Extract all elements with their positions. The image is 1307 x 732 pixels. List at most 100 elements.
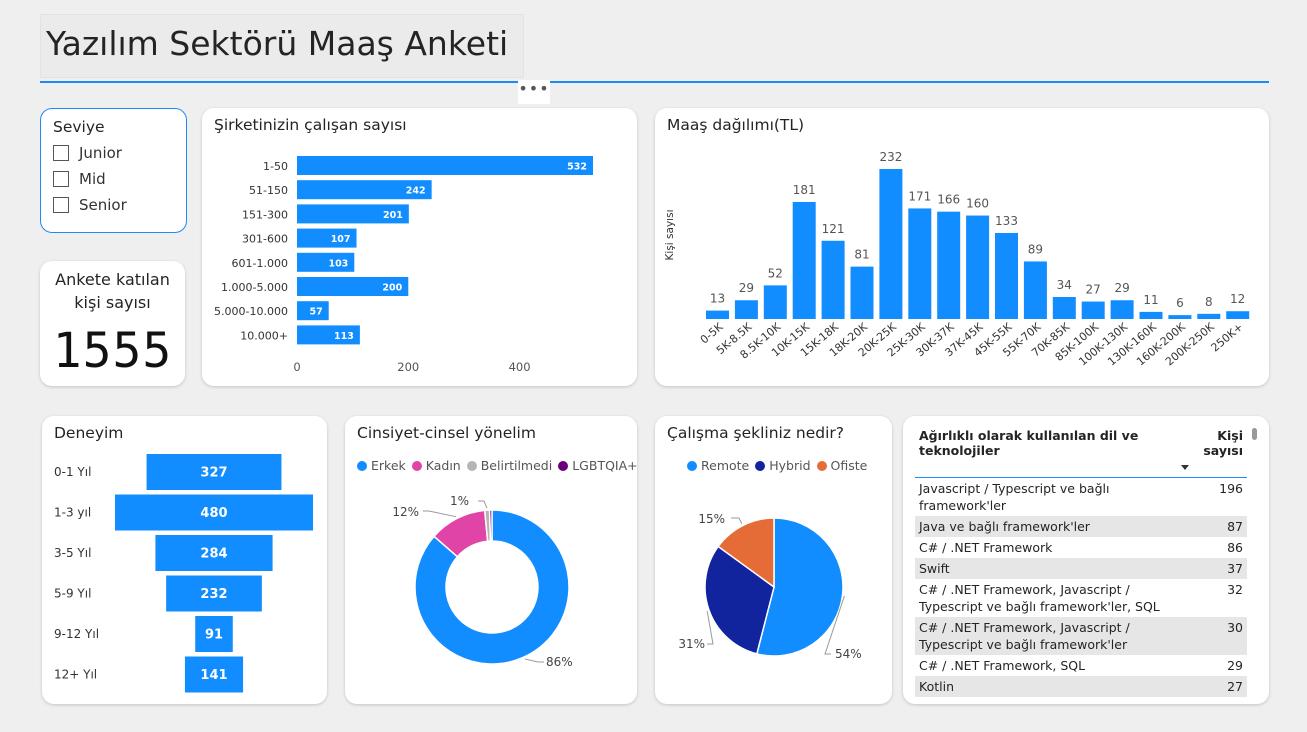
tech-cell: Kotlin: [915, 676, 1173, 697]
data-label: 141: [200, 668, 227, 683]
category-label: 3-5 Yıl: [54, 546, 91, 560]
data-label: 27: [1086, 283, 1101, 297]
checkbox[interactable]: [53, 197, 69, 213]
work-mode-card: Çalışma şekliniz nedir? Remote Hybrid Of…: [655, 416, 892, 704]
tech-cell: C# / .NET Framework: [919, 540, 1053, 555]
data-label: 171: [908, 189, 931, 203]
data-label: 113: [334, 331, 354, 342]
slicer-option-label: Senior: [79, 196, 127, 214]
data-label: 284: [200, 547, 227, 562]
salary-card: Maaş dağılımı(TL) Kişi sayısı 13 0-5K 29 5K-…: [655, 108, 1269, 386]
tech-cell: C# / .NET Framework, Javascript / Typesc…: [919, 582, 1160, 614]
tech-cell: Javascript / Typescript ve bağlı framewo…: [919, 481, 1110, 513]
gender-card: Cinsiyet-cinsel yönelim Erkek Kadın Beli…: [345, 416, 637, 704]
bar: [908, 208, 932, 319]
bar: [1052, 297, 1076, 319]
data-label: 52: [768, 266, 783, 280]
category-label: 5-9 Yıl: [54, 587, 91, 601]
count-cell: 87: [1173, 516, 1247, 537]
checkbox[interactable]: [53, 145, 69, 161]
bar: [937, 211, 961, 319]
leader-line: [423, 510, 457, 518]
kpi-card: Ankete katılan kişi sayısı 1555: [40, 261, 185, 386]
data-label: 133: [995, 214, 1018, 228]
table-row[interactable]: C# / .NET Framework, SQL 29: [915, 655, 1247, 676]
leader-line: [524, 658, 544, 663]
data-label: 57: [309, 307, 322, 318]
data-label: 15%: [698, 512, 725, 526]
tech-cell: Java ve bağlı framework'ler: [915, 516, 1173, 537]
data-label: 532: [567, 162, 587, 173]
data-label: 86%: [546, 655, 573, 669]
bar: [763, 285, 787, 319]
scrollbar[interactable]: [1252, 428, 1257, 440]
work-mode-pie-chart: 54% 31% 15%: [678, 512, 861, 661]
data-label: 8: [1205, 295, 1213, 309]
table-row[interactable]: C# / .NET Framework 86: [915, 537, 1247, 558]
more-options-button[interactable]: •••: [518, 80, 550, 104]
table-row[interactable]: C# / .NET Framework, Javascript / Typesc…: [915, 579, 1247, 617]
checkbox[interactable]: [53, 171, 69, 187]
category-label: 12+ Yıl: [54, 668, 97, 682]
bar: [792, 201, 816, 319]
data-label: 11: [1143, 293, 1158, 307]
y-axis-label: Kişi sayısı: [664, 210, 676, 261]
data-label: 31%: [678, 637, 705, 651]
table-row[interactable]: C# / .NET Framework, Javascript / Typesc…: [915, 617, 1247, 655]
count-cell: 30: [1173, 617, 1247, 655]
category-label: 1-50: [263, 160, 288, 173]
tech-cell: Swift: [915, 558, 1173, 579]
slicer-option-label: Mid: [79, 170, 106, 188]
table-row[interactable]: Java ve bağlı framework'ler 87: [915, 516, 1247, 537]
data-label: 29: [739, 281, 754, 295]
count-cell: 196: [1219, 481, 1243, 496]
table-row[interactable]: Kotlin 27: [915, 676, 1247, 697]
slicer-option-senior[interactable]: Senior: [53, 196, 127, 214]
category-label: 5.000-10.000: [214, 305, 288, 318]
bar: [1226, 311, 1250, 319]
data-label: 6: [1176, 296, 1184, 310]
bar: [1023, 261, 1047, 319]
data-label: 232: [200, 587, 227, 602]
count-cell: 37: [1173, 558, 1247, 579]
data-label: 242: [406, 186, 426, 197]
page-title: Yazılım Sektörü Maaş Anketi: [46, 24, 509, 63]
slicer-option-junior[interactable]: Junior: [53, 144, 122, 162]
column-header-count[interactable]: Kişi sayısı: [1173, 428, 1247, 478]
sort-down-icon[interactable]: [1181, 465, 1189, 470]
title-underline: [40, 81, 1269, 83]
bar: [879, 168, 903, 319]
table-row[interactable]: Javascript / Typescript ve bağlı framewo…: [915, 478, 1247, 517]
table-row[interactable]: Swift 37: [915, 558, 1247, 579]
data-label: 89: [1028, 242, 1043, 256]
slicer-option-mid[interactable]: Mid: [53, 170, 106, 188]
bar: [1168, 315, 1192, 319]
slicer-title: Seviye: [53, 118, 105, 136]
count-cell: 32: [1227, 582, 1243, 597]
data-label: 103: [328, 258, 348, 269]
data-label: 121: [822, 222, 845, 236]
bar: [821, 240, 845, 319]
slicer-option-label: Junior: [79, 144, 122, 162]
column-header-tech[interactable]: Ağırlıklı olarak kullanılan dil ve tekno…: [915, 428, 1173, 478]
tech-cell: C# / .NET Framework, Javascript / Typesc…: [915, 617, 1173, 655]
data-label: 480: [200, 506, 227, 521]
tech-table: Ağırlıklı olarak kullanılan dil ve tekno…: [915, 428, 1247, 697]
data-label: 107: [331, 234, 351, 245]
x-tick-label: 0: [293, 360, 300, 374]
data-label: 327: [200, 466, 227, 481]
bar: [297, 156, 594, 175]
bar: [1110, 300, 1134, 319]
column-header-label: Kişi sayısı: [1203, 428, 1243, 458]
category-label: 1.000-5.000: [221, 281, 288, 294]
data-label: 13: [710, 292, 725, 306]
category-label: 301-600: [242, 233, 288, 246]
leader-line: [478, 500, 488, 509]
category-label: 1-3 yıl: [54, 506, 91, 520]
category-label: 9-12 Yıl: [54, 627, 99, 641]
x-tick-label: 200: [397, 360, 419, 374]
category-label: 0-1 Yıl: [54, 465, 91, 479]
data-label: 91: [205, 628, 223, 643]
bar: [850, 266, 874, 319]
slice: [488, 509, 493, 542]
